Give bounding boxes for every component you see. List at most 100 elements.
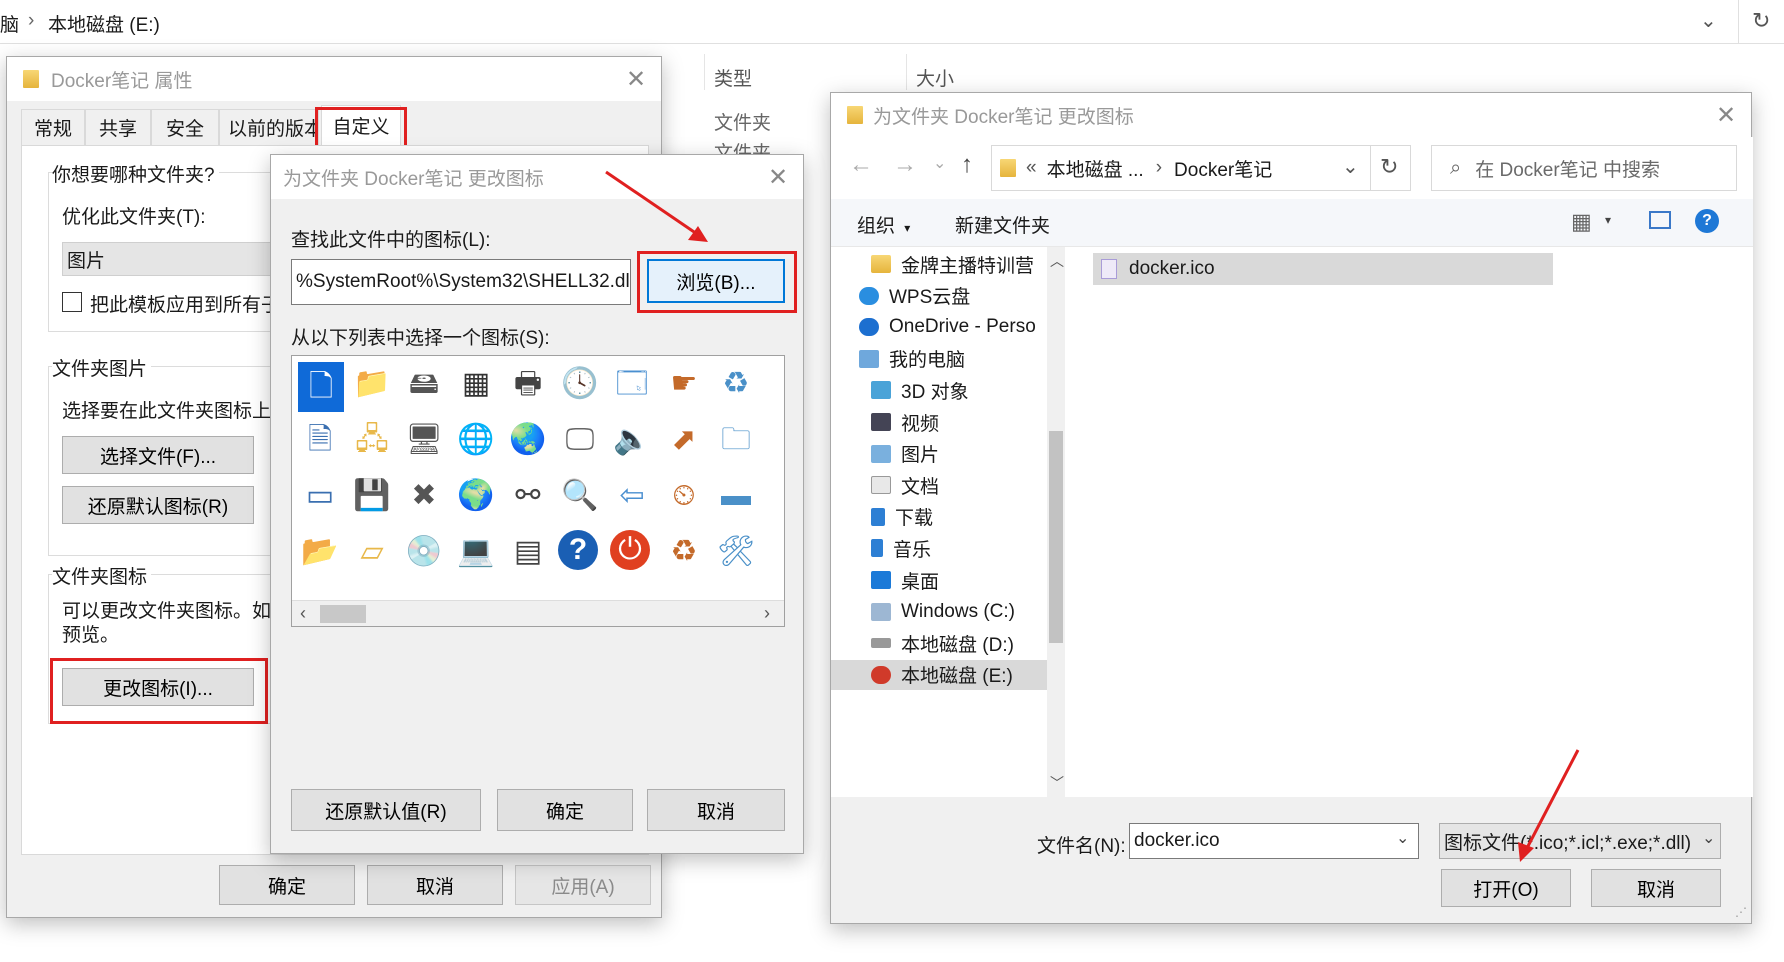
choose-file-button[interactable]: 选择文件(F)... bbox=[62, 436, 254, 474]
globe-icon[interactable]: 🌐 bbox=[454, 418, 498, 462]
forward-arrow-icon[interactable]: → bbox=[893, 151, 917, 179]
blank-file-icon[interactable]: 🗋 bbox=[298, 362, 344, 412]
change-icon-ok-button[interactable]: 确定 bbox=[497, 789, 633, 831]
restore-defaults-button[interactable]: 还原默认值(R) bbox=[291, 789, 481, 831]
nav-item[interactable]: 下载 bbox=[831, 502, 1047, 532]
floppy-icon[interactable]: 💾 bbox=[350, 474, 394, 518]
clock-icon[interactable]: ⏲ bbox=[662, 474, 706, 518]
nav-item[interactable]: 3D 对象 bbox=[831, 375, 1047, 405]
view-options-icon[interactable]: ▦ bbox=[1571, 209, 1592, 235]
path-prefix[interactable]: « bbox=[1026, 157, 1037, 179]
folder-doc-icon[interactable]: 🗀 bbox=[714, 418, 758, 462]
restore-default-icon-button[interactable]: 还原默认图标(R) bbox=[62, 486, 254, 524]
computer-icon[interactable]: 💻 bbox=[454, 530, 498, 574]
scrollbar-thumb[interactable] bbox=[320, 605, 366, 623]
folder-icon[interactable]: 📁 bbox=[350, 362, 394, 406]
breadcrumb-current[interactable]: 本地磁盘 (E:) bbox=[48, 10, 160, 37]
flat-drive-icon[interactable]: ▱ bbox=[350, 530, 394, 574]
help-icon[interactable]: ? bbox=[558, 530, 598, 570]
path-box[interactable]: « 本地磁盘 ... › Docker笔记 ⌄ ↻ bbox=[991, 145, 1411, 191]
desktop-icon[interactable]: ▬ bbox=[714, 474, 758, 518]
tab-general[interactable]: 常规 bbox=[21, 109, 85, 145]
nav-item[interactable]: 图片 bbox=[831, 439, 1047, 469]
help-icon[interactable]: ? bbox=[1695, 209, 1719, 233]
preview-pane-icon[interactable] bbox=[1649, 211, 1671, 229]
icon-path-input[interactable]: %SystemRoot%\System32\SHELL32.dll bbox=[291, 259, 631, 305]
organize-button[interactable]: 组织 ▾ bbox=[857, 211, 910, 238]
recent-dropdown-icon[interactable]: ⌄ bbox=[933, 153, 946, 173]
apps-folder-icon[interactable]: ▤ bbox=[506, 530, 550, 574]
search-icon[interactable]: 🔍 bbox=[558, 474, 602, 518]
power-icon[interactable]: ⏻ bbox=[610, 530, 650, 570]
file-item[interactable]: docker.ico bbox=[1093, 253, 1553, 285]
recycle-empty-icon[interactable]: ♻ bbox=[662, 530, 706, 574]
new-folder-button[interactable]: 新建文件夹 bbox=[955, 211, 1050, 238]
scroll-right-icon[interactable]: › bbox=[764, 603, 770, 624]
scrollbar-thumb[interactable] bbox=[1049, 431, 1063, 643]
change-icon-button[interactable]: 更改图标(I)... bbox=[62, 668, 254, 706]
nav-item[interactable]: WPS云盘 bbox=[831, 281, 1047, 311]
nav-item[interactable]: 本地磁盘 (E:) bbox=[831, 659, 1047, 690]
refresh-icon[interactable]: ↻ bbox=[1752, 8, 1770, 34]
speaker-icon[interactable]: 🔈 bbox=[610, 418, 654, 462]
hand-icon[interactable]: ☛ bbox=[662, 362, 706, 406]
column-header-type[interactable]: 类型 bbox=[714, 64, 752, 91]
chevron-down-icon[interactable]: ▾ bbox=[1605, 213, 1611, 227]
scroll-left-icon[interactable]: ‹ bbox=[300, 603, 306, 624]
chevron-down-icon[interactable]: ⌄ bbox=[1396, 828, 1409, 848]
filetype-select[interactable]: 图标文件(*.ico;*.icl;*.exe;*.dll) ⌄ bbox=[1439, 823, 1721, 859]
clock-file-icon[interactable]: 🕓 bbox=[558, 362, 602, 406]
network-back-icon[interactable]: ⇦ bbox=[610, 474, 654, 518]
properties-ok-button[interactable]: 确定 bbox=[219, 865, 355, 905]
chip-icon[interactable]: ▦ bbox=[454, 362, 498, 406]
nav-item[interactable]: Windows (C:) bbox=[831, 597, 1047, 627]
globe-mouse-icon[interactable]: 🌍 bbox=[454, 474, 498, 518]
tab-customize[interactable]: 自定义 bbox=[321, 105, 401, 145]
properties-apply-button[interactable]: 应用(A) bbox=[515, 865, 651, 905]
close-icon[interactable]: ✕ bbox=[1711, 100, 1741, 130]
address-dropdown-icon[interactable]: ⌄ bbox=[1700, 8, 1717, 33]
text-file-icon[interactable]: 🗎 bbox=[298, 418, 342, 462]
nav-item[interactable]: 我的电脑 bbox=[831, 344, 1047, 374]
change-icon-cancel-button[interactable]: 取消 bbox=[647, 789, 785, 831]
nav-item[interactable]: 音乐 bbox=[831, 533, 1047, 563]
resize-grip-icon[interactable]: ⋰ bbox=[1735, 905, 1747, 919]
file-cancel-button[interactable]: 取消 bbox=[1591, 869, 1721, 907]
breadcrumb-left[interactable]: 脑 bbox=[0, 10, 19, 37]
nav-item[interactable]: OneDrive - Perso bbox=[831, 312, 1047, 342]
nav-item[interactable]: 金牌主播特训营 bbox=[831, 249, 1047, 279]
tools-folder-icon[interactable]: 🛠 bbox=[714, 530, 758, 574]
network-globe-icon[interactable]: 🌏 bbox=[506, 418, 550, 462]
path-current[interactable]: Docker笔记 bbox=[1174, 155, 1272, 182]
up-arrow-icon[interactable]: ↑ bbox=[961, 151, 973, 179]
scroll-up-icon[interactable]: ︿ bbox=[1050, 251, 1064, 271]
column-header-size[interactable]: 大小 bbox=[916, 64, 954, 91]
network-icon[interactable]: ⚯ bbox=[506, 474, 550, 518]
properties-cancel-button[interactable]: 取消 bbox=[367, 865, 503, 905]
horizontal-scrollbar[interactable]: ‹ › bbox=[292, 600, 784, 626]
tab-security[interactable]: 安全 bbox=[151, 109, 219, 145]
shortcut-icon[interactable]: ⬈ bbox=[662, 418, 706, 462]
nav-item[interactable]: 本地磁盘 (D:) bbox=[831, 628, 1047, 658]
scroll-down-icon[interactable]: ﹀ bbox=[1050, 773, 1064, 793]
cd-drive-icon[interactable]: 💿 bbox=[402, 530, 446, 574]
icon-list[interactable]: 🗋 📁 🖴 ▦ 🖶 🕓 🗔 ☛ ♻ 🗎 🖧 🖥 🌐 🌏 🖵 🔈 ⬈ 🗀 ▭ 💾 ✖ 🌍 ⚯ 🔍 ⇦ ⏲ ▬ 📂 ▱ 💿 💻 ▤? ⏻ ♻ 🛠 ‹ › bbox=[291, 355, 785, 627]
window-icon[interactable]: 🗔 bbox=[610, 362, 654, 406]
server-icon[interactable]: 🖥 bbox=[402, 418, 446, 462]
refresh-icon[interactable]: ↻ bbox=[1380, 154, 1398, 180]
browse-button[interactable]: 浏览(B)... bbox=[647, 259, 785, 303]
yellow-folder-icon[interactable]: 📂 bbox=[298, 530, 342, 574]
network-drive-icon[interactable]: 🖧 bbox=[350, 418, 394, 462]
close-icon[interactable]: ✕ bbox=[763, 162, 793, 192]
close-icon[interactable]: ✕ bbox=[621, 64, 651, 94]
back-arrow-icon[interactable]: ← bbox=[849, 151, 873, 179]
drive-x-icon[interactable]: ✖ bbox=[402, 474, 446, 518]
path-dropdown-icon[interactable]: ⌄ bbox=[1342, 154, 1359, 179]
apply-template-checkbox[interactable] bbox=[62, 292, 82, 312]
open-button[interactable]: 打开(O) bbox=[1441, 869, 1571, 907]
tab-previous-versions[interactable]: 以前的版本 bbox=[219, 109, 319, 145]
drive-icon[interactable]: 🖴 bbox=[402, 362, 446, 406]
nav-item[interactable]: 视频 bbox=[831, 407, 1047, 437]
printer-icon[interactable]: 🖶 bbox=[506, 362, 550, 406]
display-icon[interactable]: 🖵 bbox=[558, 418, 602, 462]
